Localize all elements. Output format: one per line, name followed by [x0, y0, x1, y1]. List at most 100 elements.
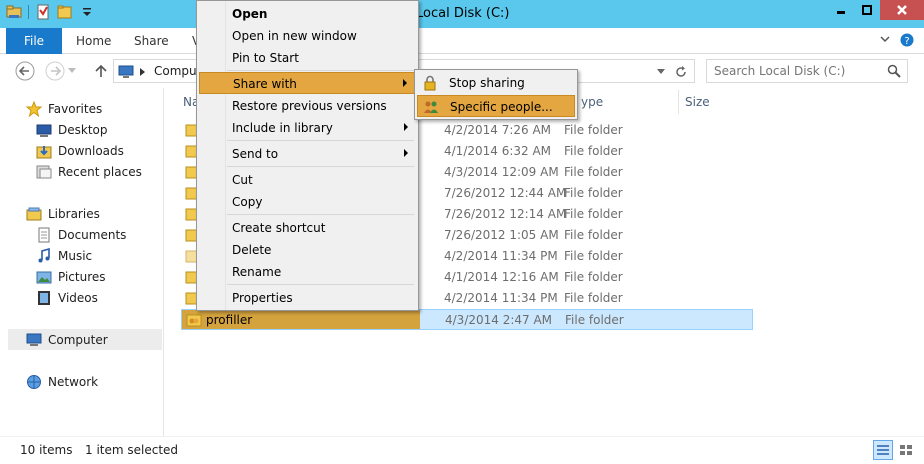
network-icon [27, 374, 41, 389]
menu-item-stop-sharing[interactable]: Stop sharing [417, 72, 575, 94]
large-icons-view-button[interactable] [896, 440, 916, 460]
lock-icon [424, 75, 436, 91]
file-type: File folder [564, 144, 623, 158]
menu-item-label: Delete [232, 243, 272, 257]
details-view-button[interactable] [873, 440, 893, 460]
customize-dropdown-icon[interactable] [79, 4, 95, 20]
downloads-icon [36, 145, 52, 158]
file-name: profiller [206, 313, 253, 327]
menu-item-properties[interactable]: Properties [199, 287, 416, 309]
documents-icon [38, 227, 50, 242]
maximize-button[interactable] [854, 0, 880, 20]
computer-location-icon [118, 65, 134, 78]
videos-icon [38, 290, 50, 305]
file-date: 7/26/2012 1:05 AM [444, 228, 559, 242]
menu-item-open[interactable]: Open [199, 3, 416, 25]
desktop-icon [36, 124, 52, 137]
recent-locations-dropdown-icon[interactable] [68, 68, 76, 74]
libraries-icon [26, 207, 42, 220]
search-box[interactable] [706, 59, 908, 83]
menu-item-delete[interactable]: Delete [199, 239, 416, 261]
nav-pictures[interactable]: Pictures [36, 266, 106, 287]
column-header-type[interactable]: ype [575, 90, 679, 114]
ribbon-tabs: File Home Share V ? [0, 28, 924, 54]
menu-separator [227, 214, 414, 215]
minimize-button[interactable] [828, 0, 854, 20]
file-type: File folder [565, 313, 624, 327]
search-icon[interactable] [887, 64, 901, 78]
star-icon [26, 100, 42, 117]
nav-libraries[interactable]: Libraries [26, 203, 100, 224]
menu-separator [227, 166, 414, 167]
menu-item-label: Pin to Start [232, 51, 299, 65]
nav-recent-places[interactable]: Recent places [36, 161, 142, 182]
window-title: Local Disk (C:) [416, 6, 510, 21]
menu-item-cut[interactable]: Cut [199, 169, 416, 191]
nav-computer[interactable]: Computer [8, 329, 162, 350]
file-date: 4/2/2014 11:34 PM [444, 291, 558, 305]
nav-libraries-label: Libraries [48, 206, 100, 221]
back-button[interactable] [14, 60, 36, 82]
menu-item-label: Send to [232, 147, 279, 161]
menu-item-label: Specific people... [450, 100, 553, 114]
file-type: File folder [564, 165, 623, 179]
nav-desktop[interactable]: Desktop [36, 119, 108, 140]
up-button[interactable] [90, 60, 112, 82]
minimize-icon [837, 11, 845, 14]
shared-folder-icon [186, 314, 202, 327]
menu-item-include-in-library[interactable]: Include in library [199, 117, 416, 139]
file-date: 7/26/2012 12:14 AM [444, 207, 567, 221]
expand-ribbon-icon[interactable] [880, 34, 890, 44]
menu-item-restore-previous-versions[interactable]: Restore previous versions [199, 95, 416, 117]
explorer-icon[interactable] [6, 4, 22, 20]
file-type: File folder [564, 291, 623, 305]
window-controls [828, 0, 924, 20]
menu-item-rename[interactable]: Rename [199, 261, 416, 283]
nav-videos[interactable]: Videos [36, 287, 98, 308]
menu-item-label: Cut [232, 173, 253, 187]
file-date: 4/1/2014 6:32 AM [444, 144, 552, 158]
menu-item-create-shortcut[interactable]: Create shortcut [199, 217, 416, 239]
nav-music[interactable]: Music [36, 245, 92, 266]
menu-item-share-with[interactable]: Share with [199, 72, 416, 94]
menu-item-copy[interactable]: Copy [199, 191, 416, 213]
nav-videos-label: Videos [58, 290, 98, 305]
forward-button[interactable] [44, 60, 66, 82]
back-arrow-icon [15, 61, 35, 81]
address-dropdown-icon[interactable] [657, 69, 665, 75]
file-date: 7/26/2012 12:44 AM [444, 186, 567, 200]
help-icon[interactable]: ? [900, 33, 914, 47]
people-icon [424, 101, 438, 113]
file-date: 4/3/2014 2:47 AM [445, 313, 553, 327]
context-menu: Open Open in new window Pin to Start Sha… [196, 0, 419, 311]
menu-item-label: Stop sharing [449, 76, 525, 90]
file-date: 4/2/2014 7:26 AM [444, 123, 552, 137]
search-input[interactable] [707, 60, 887, 82]
column-header-size[interactable]: Size [679, 90, 759, 114]
status-selected-count: 1 item selected [85, 443, 179, 457]
tab-share[interactable]: Share [134, 28, 169, 54]
nav-favorites[interactable]: Favorites [26, 98, 102, 119]
menu-separator [227, 70, 414, 71]
menu-item-specific-people[interactable]: Specific people... [417, 95, 575, 117]
nav-documents[interactable]: Documents [36, 224, 126, 245]
tab-file[interactable]: File [6, 28, 62, 54]
tab-home[interactable]: Home [76, 28, 111, 54]
file-type: File folder [564, 228, 623, 242]
forward-arrow-icon [45, 61, 65, 81]
close-button[interactable] [880, 0, 924, 20]
nav-pictures-label: Pictures [58, 269, 106, 284]
file-row-selected[interactable]: profiller 4/3/2014 2:47 AM File folder [181, 309, 753, 330]
properties-icon[interactable] [35, 4, 51, 20]
menu-item-open-new-window[interactable]: Open in new window [199, 25, 416, 47]
menu-item-label: Create shortcut [232, 221, 326, 235]
refresh-icon[interactable] [674, 65, 688, 79]
nav-downloads[interactable]: Downloads [36, 140, 124, 161]
new-folder-icon[interactable] [57, 4, 73, 20]
nav-network[interactable]: Network [26, 371, 98, 392]
menu-item-pin-to-start[interactable]: Pin to Start [199, 47, 416, 69]
breadcrumb-chevron-icon[interactable] [140, 68, 146, 76]
file-date: 4/2/2014 11:34 PM [444, 249, 558, 263]
up-arrow-icon [95, 64, 107, 77]
menu-item-send-to[interactable]: Send to [199, 143, 416, 165]
